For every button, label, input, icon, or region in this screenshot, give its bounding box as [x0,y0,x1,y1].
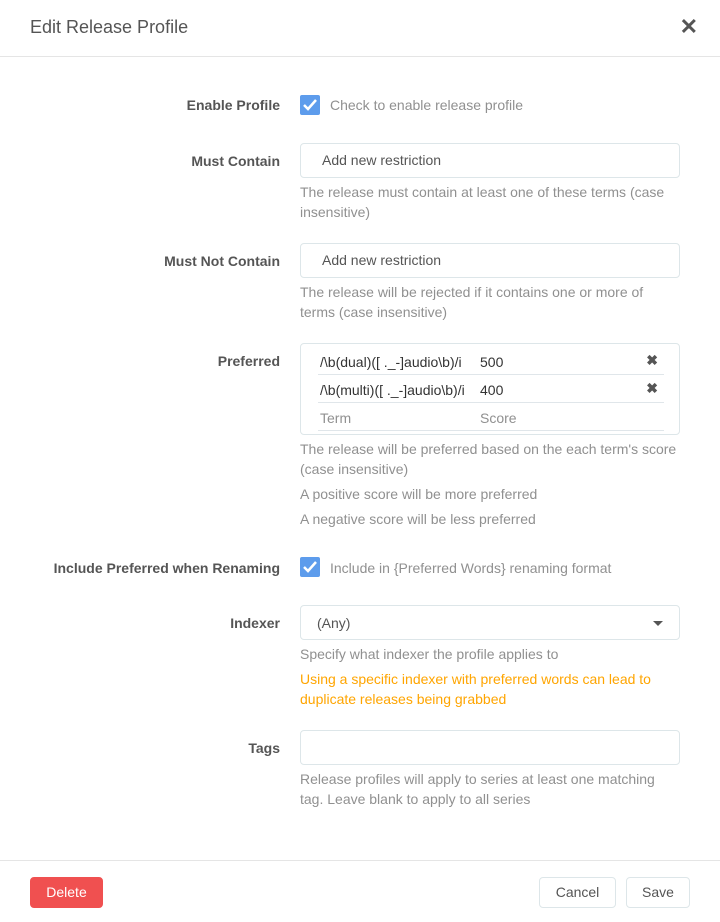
save-button[interactable]: Save [626,877,690,908]
preferred-term[interactable]: /\b(multi)([ ._-]audio\b)/i [320,382,465,398]
include-preferred-help: Include in {Preferred Words} renaming fo… [330,560,612,576]
delete-button[interactable]: Delete [30,877,103,908]
close-icon[interactable]: ✕ [680,14,698,40]
preferred-help-negative: A negative score will be less preferred [300,511,536,527]
tags-help: Release profiles will apply to series at… [300,771,655,807]
enable-profile-label: Enable Profile [186,97,280,113]
must-contain-placeholder: Add new restriction [322,152,442,168]
must-not-contain-label: Must Not Contain [164,253,280,269]
indexer-select[interactable]: (Any) [300,605,680,640]
tags-input[interactable] [300,730,680,765]
must-contain-help: The release must contain at least one of… [300,184,665,220]
tags-label: Tags [248,740,280,756]
enable-profile-checkbox[interactable] [300,95,320,115]
must-contain-input[interactable]: Add new restriction [300,143,680,178]
indexer-value: (Any) [317,615,351,631]
indexer-label: Indexer [230,615,280,631]
must-not-contain-help: The release will be rejected if it conta… [300,284,644,320]
must-not-contain-placeholder: Add new restriction [322,252,442,268]
indexer-help: Specify what indexer the profile applies… [300,646,559,662]
preferred-help: The release will be preferred based on t… [300,441,677,477]
caret-down-icon [653,621,663,626]
preferred-new-row: Term Score [318,403,664,431]
must-not-contain-input[interactable]: Add new restriction [300,243,680,278]
preferred-term[interactable]: /\b(dual)([ ._-]audio\b)/i [320,354,462,370]
cancel-button[interactable]: Cancel [539,877,616,908]
preferred-help-positive: A positive score will be more preferred [300,486,538,502]
preferred-row: /\b(multi)([ ._-]audio\b)/i 400 ✖ [318,375,664,403]
preferred-editor: /\b(dual)([ ._-]audio\b)/i 500 ✖ /\b(mul… [300,343,680,435]
preferred-score[interactable]: 500 [480,354,503,370]
include-preferred-checkbox[interactable] [300,557,320,577]
must-contain-label: Must Contain [191,153,280,169]
indexer-warning: Using a specific indexer with preferred … [300,671,651,707]
modal-footer: Delete Cancel Save [0,860,720,922]
preferred-label: Preferred [217,353,280,369]
new-term-input[interactable]: Term [320,410,351,426]
modal-title: Edit Release Profile [30,17,189,37]
remove-icon[interactable]: ✖ [646,380,658,397]
enable-profile-help: Check to enable release profile [330,97,524,113]
checkmark-icon [303,99,317,111]
checkmark-icon [303,561,317,573]
new-score-input[interactable]: Score [480,410,517,426]
preferred-row: /\b(dual)([ ._-]audio\b)/i 500 ✖ [318,347,664,375]
include-preferred-label: Include Preferred when Renaming [53,560,280,576]
modal-header: Edit Release Profile ✕ [0,0,720,57]
remove-icon[interactable]: ✖ [646,352,658,369]
preferred-score[interactable]: 400 [480,382,503,398]
